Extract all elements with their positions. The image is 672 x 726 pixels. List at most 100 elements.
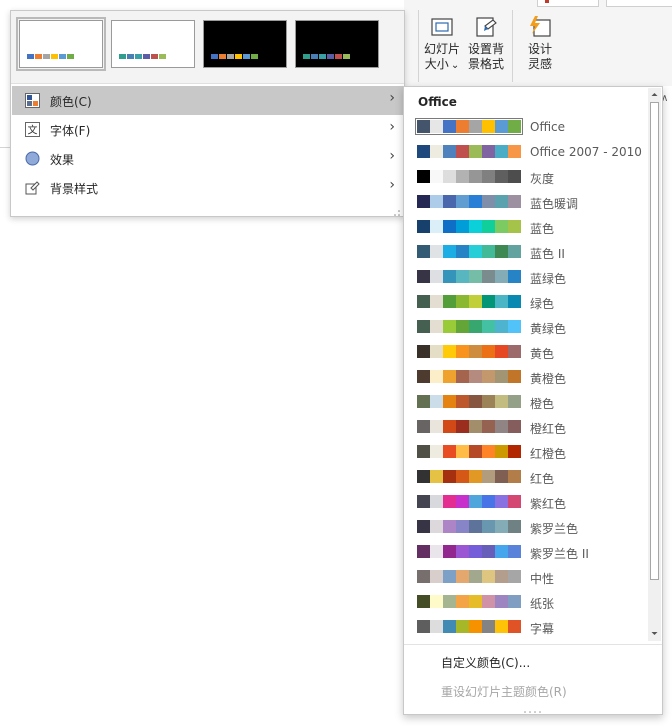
designer-button[interactable]: 设计 灵感 xyxy=(518,14,562,72)
menu-item-colors[interactable]: 颜色(C) › xyxy=(12,86,403,115)
color-swatch xyxy=(469,295,482,308)
resize-grip-icon[interactable] xyxy=(523,703,543,713)
ribbon-top-control[interactable] xyxy=(606,0,672,7)
color-swatch xyxy=(508,395,521,408)
color-scheme-item[interactable]: 字幕 xyxy=(413,617,645,637)
color-swatch xyxy=(430,570,443,583)
color-scheme-item[interactable]: 紫罗兰色 xyxy=(413,517,645,537)
ribbon-separator xyxy=(512,10,513,82)
color-swatch xyxy=(417,270,430,283)
color-swatch xyxy=(495,195,508,208)
resize-grip-icon[interactable] xyxy=(393,206,401,216)
color-swatch xyxy=(430,145,443,158)
color-scheme-item[interactable]: 紫红色 xyxy=(413,492,645,512)
variant-color-bar xyxy=(119,54,126,59)
color-scheme-item[interactable]: 紫罗兰色 II xyxy=(413,542,645,562)
color-swatch xyxy=(417,520,430,533)
color-swatch xyxy=(456,595,469,608)
color-swatches xyxy=(417,495,521,508)
color-scheme-item[interactable]: 橙红色 xyxy=(413,417,645,437)
variant-color-bar xyxy=(235,54,242,59)
color-swatch xyxy=(495,295,508,308)
variant-color-bar xyxy=(59,54,66,59)
slide-size-icon xyxy=(429,14,455,40)
scroll-down-arrow-icon[interactable] xyxy=(648,627,661,640)
scrollbar-thumb[interactable] xyxy=(650,102,659,580)
effects-icon xyxy=(25,151,40,166)
color-swatch xyxy=(495,495,508,508)
color-swatch xyxy=(508,495,521,508)
color-swatch xyxy=(456,445,469,458)
color-swatch xyxy=(508,345,521,358)
color-scheme-item[interactable]: 黄色 xyxy=(413,342,645,362)
color-swatch xyxy=(495,620,508,633)
color-swatch xyxy=(495,145,508,158)
color-swatch xyxy=(456,220,469,233)
color-scheme-item[interactable]: 红色 xyxy=(413,467,645,487)
color-scheme-item[interactable]: 蓝色 II xyxy=(413,242,645,262)
color-swatch xyxy=(456,545,469,558)
scroll-up-arrow-icon[interactable] xyxy=(648,88,661,101)
color-swatch xyxy=(443,120,456,133)
colors-scrollbar[interactable] xyxy=(648,88,661,641)
color-swatch xyxy=(417,570,430,583)
menu-item-label: 颜色(C) xyxy=(50,95,92,109)
menu-item-fonts[interactable]: 文 字体(F) › xyxy=(12,115,403,144)
color-scheme-item[interactable]: 黄绿色 xyxy=(413,317,645,337)
color-swatch xyxy=(495,520,508,533)
color-scheme-item[interactable]: 黄橙色 xyxy=(413,367,645,387)
color-swatch xyxy=(482,595,495,608)
variant-color-bar xyxy=(27,54,34,59)
slide-size-button[interactable]: 幻灯片 大小 ⌄ xyxy=(420,14,464,73)
color-swatch xyxy=(417,220,430,233)
format-background-label-1: 设置背 xyxy=(467,42,504,56)
color-swatch xyxy=(430,370,443,383)
color-scheme-item[interactable]: 纸张 xyxy=(413,592,645,612)
color-scheme-item[interactable]: 红橙色 xyxy=(413,442,645,462)
color-swatch xyxy=(482,170,495,183)
color-swatches xyxy=(417,145,521,158)
color-swatch xyxy=(482,345,495,358)
color-scheme-item[interactable]: 蓝色 xyxy=(413,217,645,237)
color-scheme-item[interactable]: 中性 xyxy=(413,567,645,587)
color-swatch xyxy=(508,570,521,583)
format-background-label-2: 景格式 xyxy=(467,57,504,71)
color-swatch xyxy=(417,545,430,558)
color-scheme-item[interactable]: 灰度 xyxy=(413,167,645,187)
color-swatch xyxy=(443,395,456,408)
svg-text:文: 文 xyxy=(28,124,38,137)
color-swatch xyxy=(508,595,521,608)
color-swatch xyxy=(482,145,495,158)
color-scheme-item[interactable]: 蓝色暖调 xyxy=(413,192,645,212)
color-scheme-item[interactable]: Office xyxy=(413,117,645,137)
color-scheme-item[interactable]: 橙色 xyxy=(413,392,645,412)
color-swatch xyxy=(430,395,443,408)
color-swatch xyxy=(508,145,521,158)
customize-colors-item[interactable]: 自定义颜色(C)... xyxy=(441,654,530,671)
color-scheme-item[interactable]: 绿色 xyxy=(413,292,645,312)
color-swatch xyxy=(417,495,430,508)
color-scheme-item[interactable]: Office 2007 - 2010 xyxy=(413,142,645,162)
color-scheme-list: Office Office 2007 - 2010 灰度蓝色暖调蓝色蓝色 II 蓝绿色… xyxy=(404,117,648,642)
variant-thumbnail[interactable] xyxy=(295,20,379,68)
variant-thumbnail[interactable] xyxy=(16,17,106,71)
color-swatch xyxy=(469,120,482,133)
color-scheme-name: 紫红色 xyxy=(530,497,567,511)
color-swatches xyxy=(417,520,521,533)
color-swatch xyxy=(430,320,443,333)
variant-thumbnail[interactable] xyxy=(203,20,287,68)
color-swatch xyxy=(417,295,430,308)
reset-theme-colors-item[interactable]: 重设幻灯片主题颜色(R) xyxy=(441,683,567,700)
color-swatch xyxy=(443,270,456,283)
variant-thumbnail[interactable] xyxy=(111,20,195,68)
menu-item-effects[interactable]: 效果 › xyxy=(12,144,403,173)
color-swatch xyxy=(417,445,430,458)
color-swatch xyxy=(443,320,456,333)
format-background-button[interactable]: 设置背 景格式 xyxy=(464,14,508,72)
variant-color-bar xyxy=(159,54,166,59)
menu-item-background-styles[interactable]: 背景样式 › xyxy=(12,173,403,202)
color-scheme-item[interactable]: 蓝绿色 xyxy=(413,267,645,287)
color-swatch xyxy=(430,195,443,208)
slide-size-label-1: 幻灯片 xyxy=(423,42,460,56)
color-swatch xyxy=(430,120,443,133)
